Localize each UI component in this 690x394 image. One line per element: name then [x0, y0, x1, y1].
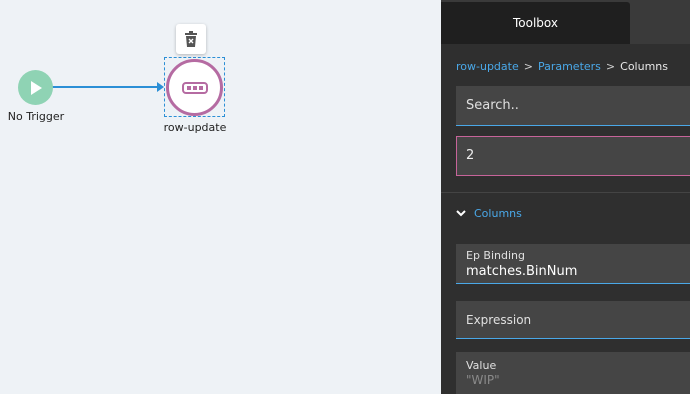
connection-arrow-icon [157, 82, 164, 92]
panel-tab-bar: Toolbox [441, 0, 690, 44]
breadcrumb-separator: > [605, 60, 616, 73]
tab-toolbox[interactable]: Toolbox [441, 2, 630, 44]
chevron-down-icon [456, 210, 466, 217]
value-label: Value [466, 359, 497, 372]
flow-canvas[interactable]: No Trigger row-update [0, 0, 441, 394]
search-field[interactable] [456, 86, 690, 126]
search-input[interactable] [456, 86, 690, 125]
ep-binding-field[interactable]: Ep Binding matches.BinNum [456, 244, 690, 284]
section-divider [441, 192, 690, 193]
ep-binding-label: Ep Binding [466, 249, 525, 262]
breadcrumb-parameters[interactable]: Parameters [538, 60, 601, 73]
action-node-row-update[interactable] [166, 59, 223, 116]
toolbox-panel: Toolbox row-update>Parameters>Columns 2 … [441, 0, 690, 394]
row-dots-icon [181, 81, 208, 94]
columns-section-toggle[interactable]: Columns [456, 207, 522, 220]
value-field[interactable]: Value "WIP" [456, 352, 690, 394]
breadcrumb-columns: Columns [620, 60, 668, 73]
breadcrumb: row-update > Parameters > Columns [456, 60, 668, 73]
trigger-node[interactable] [18, 70, 53, 105]
play-icon [30, 80, 42, 95]
trigger-node-label: No Trigger [7, 110, 65, 123]
delete-node-button[interactable] [176, 24, 206, 54]
action-node-label: row-update [163, 121, 227, 134]
columns-section-label: Columns [474, 207, 522, 220]
expression-field[interactable]: Expression [456, 301, 690, 339]
breadcrumb-separator: > [523, 60, 533, 73]
delete-icon [185, 31, 197, 47]
ep-binding-value: matches.BinNum [466, 264, 578, 279]
expression-label: Expression [466, 313, 532, 327]
breadcrumb-row-update[interactable]: row-update [456, 60, 519, 73]
columns-count-value: 2 [466, 148, 475, 163]
connection-edge[interactable] [52, 86, 160, 88]
value-value: "WIP" [466, 373, 500, 387]
columns-count-field[interactable]: 2 [456, 136, 690, 176]
